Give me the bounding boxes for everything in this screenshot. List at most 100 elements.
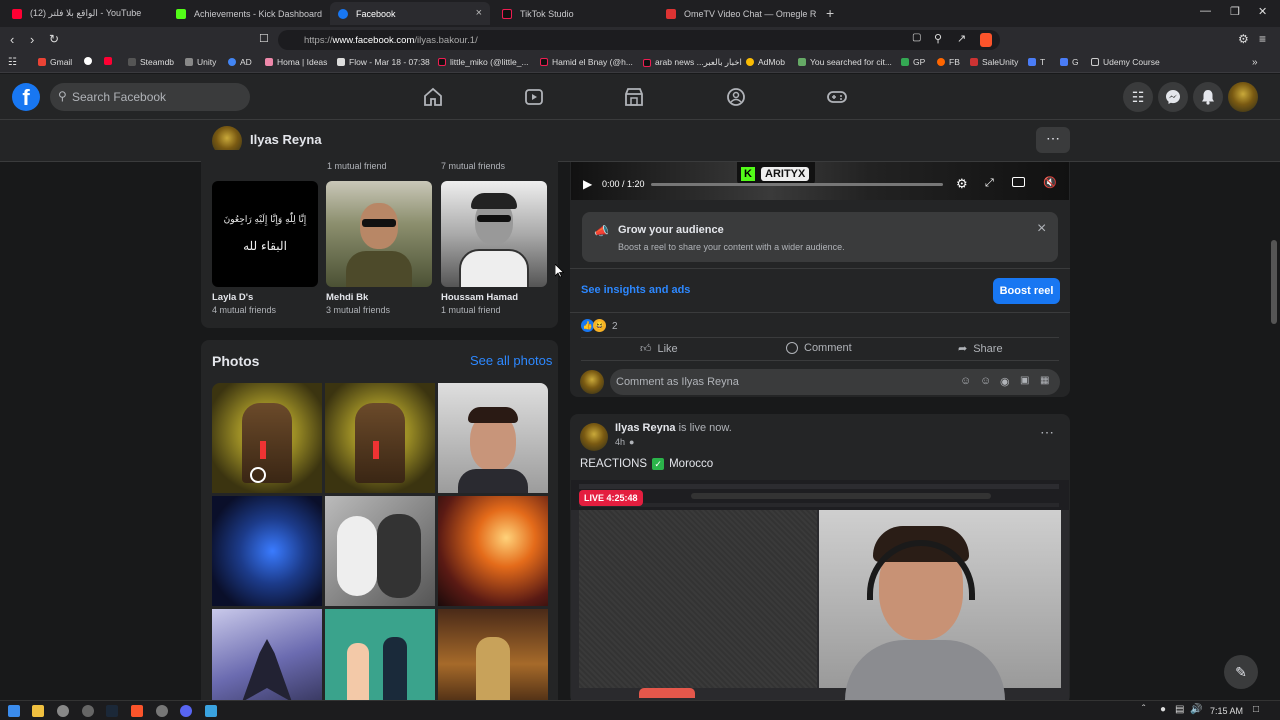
steam-icon[interactable] xyxy=(106,705,118,717)
comment-button[interactable]: Comment xyxy=(786,342,852,354)
close-icon[interactable]: × xyxy=(1037,220,1046,238)
friend-photo-layla[interactable]: إِنَّا لِلّٰهِ وَإِنَّا إِلَيْهِ رَاجِعُ… xyxy=(212,181,318,287)
boost-reel-button[interactable]: Boost reel xyxy=(993,278,1060,304)
settings-icon[interactable]: ⚙ xyxy=(956,176,968,192)
restore-icon[interactable]: ❐ xyxy=(1230,5,1240,18)
bookmark-admob[interactable]: AdMob xyxy=(746,57,785,67)
apps-icon[interactable]: ☷ xyxy=(8,57,17,68)
share-button[interactable]: ➦ Share xyxy=(958,342,1003,356)
photo-fire-swirl[interactable] xyxy=(438,496,548,606)
bookmark-youtube[interactable] xyxy=(104,57,116,65)
new-tab-button[interactable]: + xyxy=(826,5,834,21)
post-options-icon[interactable]: ⋯ xyxy=(1040,424,1054,441)
notifications-button[interactable] xyxy=(1193,82,1223,112)
bookmark-fb[interactable]: FB xyxy=(937,57,960,67)
live-video-player[interactable]: LIVE 4:25:48 xyxy=(571,480,1069,704)
fullscreen-icon[interactable]: ⤢ xyxy=(985,177,994,190)
video-icon[interactable] xyxy=(523,86,545,108)
bookmark-google[interactable] xyxy=(84,57,96,65)
network-icon[interactable]: ▤ xyxy=(1175,704,1184,715)
bookmark-you-searched[interactable]: You searched for cit... xyxy=(798,57,892,67)
bookmark-g[interactable]: G xyxy=(1060,57,1079,67)
bookmark-flow[interactable]: Flow - Mar 18 - 07:38 xyxy=(337,57,430,67)
clock[interactable]: 7:15 AM xyxy=(1210,706,1243,716)
like-button[interactable]: 👍︎ Like xyxy=(640,342,678,356)
photo-armor-knight-2[interactable] xyxy=(325,383,435,493)
cast-icon[interactable]: ▢ xyxy=(912,32,921,43)
reload-icon[interactable]: ↻ xyxy=(49,32,59,46)
tab-tiktok[interactable]: TikTok Studio xyxy=(494,2,654,25)
brave-icon[interactable] xyxy=(131,705,143,717)
tab-youtube[interactable]: (12) الواقع بلا فلتر - YouTube xyxy=(4,2,164,25)
brave-shield-icon[interactable] xyxy=(980,33,992,47)
bookmark-gp[interactable]: GP xyxy=(901,57,925,67)
bookmark-unity[interactable]: Unity xyxy=(185,57,216,67)
zoom-icon[interactable]: ⚲ xyxy=(934,32,942,45)
close-window-icon[interactable]: ✕ xyxy=(1258,5,1267,18)
video-progress-track[interactable] xyxy=(651,183,943,186)
marketplace-icon[interactable] xyxy=(623,86,645,108)
tab-kick[interactable]: Achievements - Kick Dashboard xyxy=(168,2,326,25)
camera-icon[interactable]: ◉ xyxy=(1000,375,1010,388)
friend-name[interactable]: Layla D's xyxy=(212,292,253,303)
forward-icon[interactable]: › xyxy=(30,32,34,47)
pip-icon[interactable] xyxy=(1012,177,1025,187)
mute-icon[interactable]: 🔇 xyxy=(1043,176,1057,189)
search-input[interactable]: ⚲ Search Facebook xyxy=(50,83,250,111)
notification-center-icon[interactable]: □ xyxy=(1253,704,1259,715)
close-tab-icon[interactable]: × xyxy=(476,7,482,19)
tray-chevron-icon[interactable]: ˆ xyxy=(1142,704,1145,715)
emoji-icon[interactable]: ☺ xyxy=(980,375,991,387)
profile-name[interactable]: Ilyas Reyna xyxy=(250,132,322,147)
new-message-button[interactable]: ✎ xyxy=(1224,655,1258,689)
chrome-icon[interactable] xyxy=(57,705,69,717)
account-avatar[interactable] xyxy=(1228,82,1258,112)
discord-icon[interactable] xyxy=(180,705,192,717)
reaction-count[interactable]: 2 xyxy=(612,321,618,332)
author-avatar[interactable] xyxy=(580,423,608,451)
gif-icon[interactable]: ▣ xyxy=(1020,375,1029,386)
bookmark-homa[interactable]: Homa | Ideas xyxy=(265,57,327,67)
messenger-button[interactable] xyxy=(1158,82,1188,112)
bookmark-icon[interactable]: ☐ xyxy=(259,32,269,45)
post-time[interactable]: 4h xyxy=(615,437,625,447)
friend-photo-houssam[interactable] xyxy=(441,181,547,287)
groups-icon[interactable] xyxy=(725,86,747,108)
url-field[interactable]: https://www.facebook.com/ilyas.bakour.1/ xyxy=(278,30,1000,50)
unity-hub-icon[interactable] xyxy=(82,705,94,717)
play-icon[interactable]: ▶ xyxy=(583,177,592,191)
video-player[interactable]: K ARITYX ▶ 0:00 / 1:20 ⚙ ⤢ 🔇 xyxy=(571,162,1069,200)
bookmark-udemy[interactable]: Udemy Course xyxy=(1091,57,1160,67)
back-icon[interactable]: ‹ xyxy=(10,32,14,47)
menu-icon[interactable]: ≡ xyxy=(1259,32,1266,46)
photo-armor-knight-1[interactable] xyxy=(212,383,322,493)
bookmark-gmail[interactable]: Gmail xyxy=(38,57,72,67)
sticker-icon[interactable]: ▦ xyxy=(1040,375,1049,386)
extensions-icon[interactable]: ⚙ xyxy=(1238,32,1249,46)
facebook-logo-icon[interactable]: f xyxy=(12,83,40,111)
microphone-icon[interactable]: ● xyxy=(1160,704,1166,715)
more-options-button[interactable]: ⋯ xyxy=(1036,127,1070,153)
home-icon[interactable] xyxy=(422,86,444,108)
obs-icon[interactable] xyxy=(156,705,168,717)
comment-input[interactable]: Comment as Ilyas Reyna ☺ ☺ ◉ ▣ ▦ xyxy=(610,369,1060,395)
see-all-photos-link[interactable]: See all photos xyxy=(470,353,552,368)
photo-couple-bw[interactable] xyxy=(325,496,435,606)
menu-grid-button[interactable]: ☷ xyxy=(1123,82,1153,112)
bookmark-steamdb[interactable]: Steamdb xyxy=(128,57,174,67)
bookmark-little-miko[interactable]: little_miko (@little_... xyxy=(438,57,529,67)
see-insights-link[interactable]: See insights and ads xyxy=(581,284,690,296)
page-scrollbar-thumb[interactable] xyxy=(1271,240,1277,324)
bookmark-t[interactable]: T xyxy=(1028,57,1045,67)
app-icon[interactable] xyxy=(205,705,217,717)
bookmark-arab-news[interactable]: arab news ...اخبار بالعبر xyxy=(643,57,742,68)
tab-ometv[interactable]: OmeTV Video Chat — Omegle R xyxy=(658,2,818,25)
friend-name[interactable]: Mehdi Bk xyxy=(326,292,368,303)
windows-start-icon[interactable] xyxy=(8,705,20,717)
more-bookmarks-icon[interactable]: » xyxy=(1252,57,1258,68)
bookmark-ad[interactable]: AD xyxy=(228,57,252,67)
bookmark-hamid[interactable]: Hamid el Bnay (@h... xyxy=(540,57,633,67)
minimize-icon[interactable]: — xyxy=(1200,5,1211,17)
avatar-sticker-icon[interactable]: ☺ xyxy=(960,375,971,387)
photo-selfie[interactable] xyxy=(438,383,548,493)
